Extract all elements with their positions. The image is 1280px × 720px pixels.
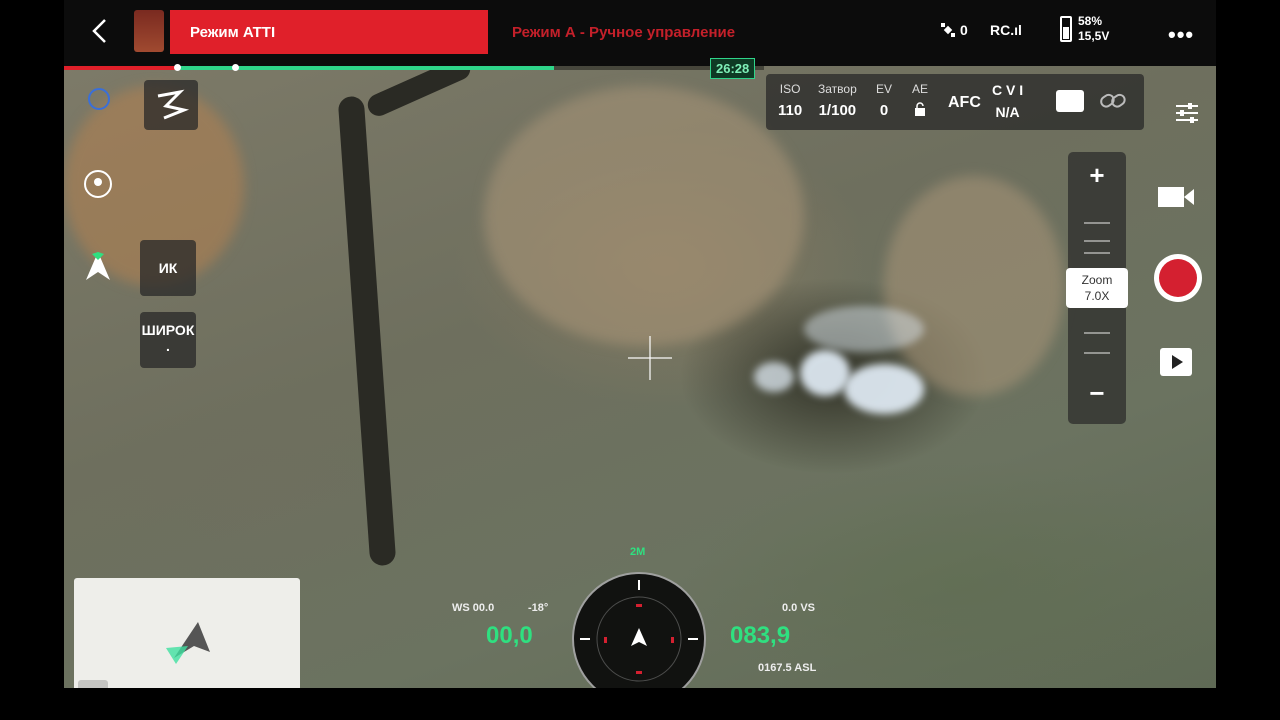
- ev-param[interactable]: EV 0: [876, 82, 892, 119]
- back-button[interactable]: [86, 14, 114, 48]
- crosshair-icon: [628, 336, 672, 380]
- wide-camera-button[interactable]: ШИРОК .: [140, 312, 196, 368]
- ae-lock-icon: [912, 102, 928, 120]
- drone-app-frame: Режим ATTI Режим А - Ручное управление 0…: [64, 0, 1216, 688]
- settings-icon[interactable]: [1174, 100, 1200, 126]
- flight-mode-label: Режим ATTI: [190, 23, 276, 41]
- smoke-cloud: [844, 364, 924, 414]
- color-mode[interactable]: C V I N/A: [992, 82, 1023, 120]
- progress-marker: [174, 64, 181, 71]
- height-value: 083,9: [730, 622, 791, 649]
- rc-signal[interactable]: RC.ıl: [990, 22, 1022, 38]
- gimbal-mode-icon: [157, 89, 190, 120]
- video-icon[interactable]: [1156, 184, 1196, 210]
- flight-mode-subtitle: Режим А - Ручное управление: [512, 24, 736, 41]
- smoke-cloud: [804, 306, 924, 352]
- compass-radar[interactable]: [572, 572, 706, 688]
- zoom-label-text: Zoom: [1081, 273, 1113, 287]
- gps-count: 0: [960, 22, 968, 38]
- flight-mode-indicator[interactable]: Режим ATTI: [170, 10, 488, 54]
- home-icon[interactable]: [84, 250, 112, 284]
- aircraft-icon: [580, 580, 698, 682]
- zoom-tick: [1084, 252, 1110, 254]
- color-mode-label: C V I: [992, 82, 1024, 98]
- color-mode-value: N/A: [995, 104, 1020, 120]
- battery-icon: [1060, 16, 1072, 42]
- back-icon: [92, 19, 106, 43]
- progress-segment: [64, 66, 176, 70]
- ev-value: 0: [879, 102, 889, 119]
- smoke-cloud: [800, 350, 850, 396]
- iso-value: 110: [778, 102, 803, 119]
- wide-camera-label: ШИРОК: [141, 322, 195, 338]
- camera-switch-icon[interactable]: [1056, 90, 1084, 112]
- zoom-tick: [1084, 240, 1110, 242]
- gps-status[interactable]: 0: [940, 22, 968, 38]
- map-aircraft-icon: [166, 622, 210, 664]
- battery-status[interactable]: 58% 15,5V: [1060, 14, 1109, 44]
- iso-param[interactable]: ISO 110: [778, 82, 802, 119]
- shutter-label: Затвор: [818, 82, 857, 96]
- flight-status-icon[interactable]: [134, 10, 164, 52]
- ae-label: AE: [912, 82, 929, 96]
- iso-label: ISO: [779, 82, 801, 96]
- tree-area: [884, 176, 1064, 396]
- minimap[interactable]: [74, 578, 300, 688]
- wind-speed: WS 00.0: [452, 602, 495, 614]
- tree-area: [484, 86, 804, 346]
- trench-shape: [337, 95, 397, 567]
- lock-icon[interactable]: [86, 86, 112, 112]
- zoom-tick: [1084, 222, 1110, 224]
- battery-readout: 58% 15,5V: [1078, 14, 1109, 44]
- gimbal-icon[interactable]: [82, 168, 114, 200]
- ae-param[interactable]: AE: [912, 82, 928, 120]
- link-icon[interactable]: [1098, 88, 1128, 114]
- more-icon[interactable]: •••: [1168, 22, 1194, 48]
- shutter-icon: [1159, 259, 1197, 297]
- top-status-bar: Режим ATTI Режим А - Ручное управление 0…: [64, 0, 1216, 66]
- progress-marker: [232, 64, 239, 71]
- recording-time: 26:28: [710, 58, 756, 79]
- vertical-speed: 0.0 VS: [782, 602, 816, 614]
- gimbal-pitch: -18°: [528, 602, 549, 614]
- satellite-icon: [941, 23, 955, 37]
- shutter-value: 1/100: [818, 102, 857, 119]
- shutter-button[interactable]: [1154, 254, 1202, 302]
- zoom-in-button[interactable]: +: [1068, 160, 1126, 191]
- shutter-param[interactable]: Затвор 1/100: [818, 82, 857, 119]
- zoom-level: Zoom 7.0X: [1066, 268, 1128, 308]
- ir-camera-button[interactable]: ИК: [140, 240, 196, 296]
- zoom-value: 7.0X: [1084, 289, 1110, 303]
- wide-camera-sub: .: [166, 338, 170, 354]
- focus-mode[interactable]: AFC: [948, 94, 981, 112]
- horizontal-speed: 00,0: [486, 622, 533, 649]
- smoke-cloud: [754, 362, 794, 392]
- zoom-tick: [1084, 352, 1110, 354]
- playback-icon[interactable]: [1160, 348, 1192, 376]
- ev-label: EV: [876, 82, 893, 96]
- recording-progress: [64, 64, 764, 71]
- zoom-out-button[interactable]: −: [1068, 378, 1126, 409]
- battery-voltage: 15,5V: [1078, 29, 1110, 43]
- battery-percent: 58%: [1078, 14, 1103, 28]
- camera-parameters-panel[interactable]: ISO 110 Затвор 1/100 EV 0 AE AFC C V I N…: [766, 74, 1144, 130]
- altitude-asl: 0167.5 ASL: [758, 662, 817, 674]
- expand-icon[interactable]: [78, 680, 108, 688]
- compass-label: 2M: [630, 546, 646, 558]
- gimbal-mode-button[interactable]: [144, 80, 198, 130]
- zoom-tick: [1084, 332, 1110, 334]
